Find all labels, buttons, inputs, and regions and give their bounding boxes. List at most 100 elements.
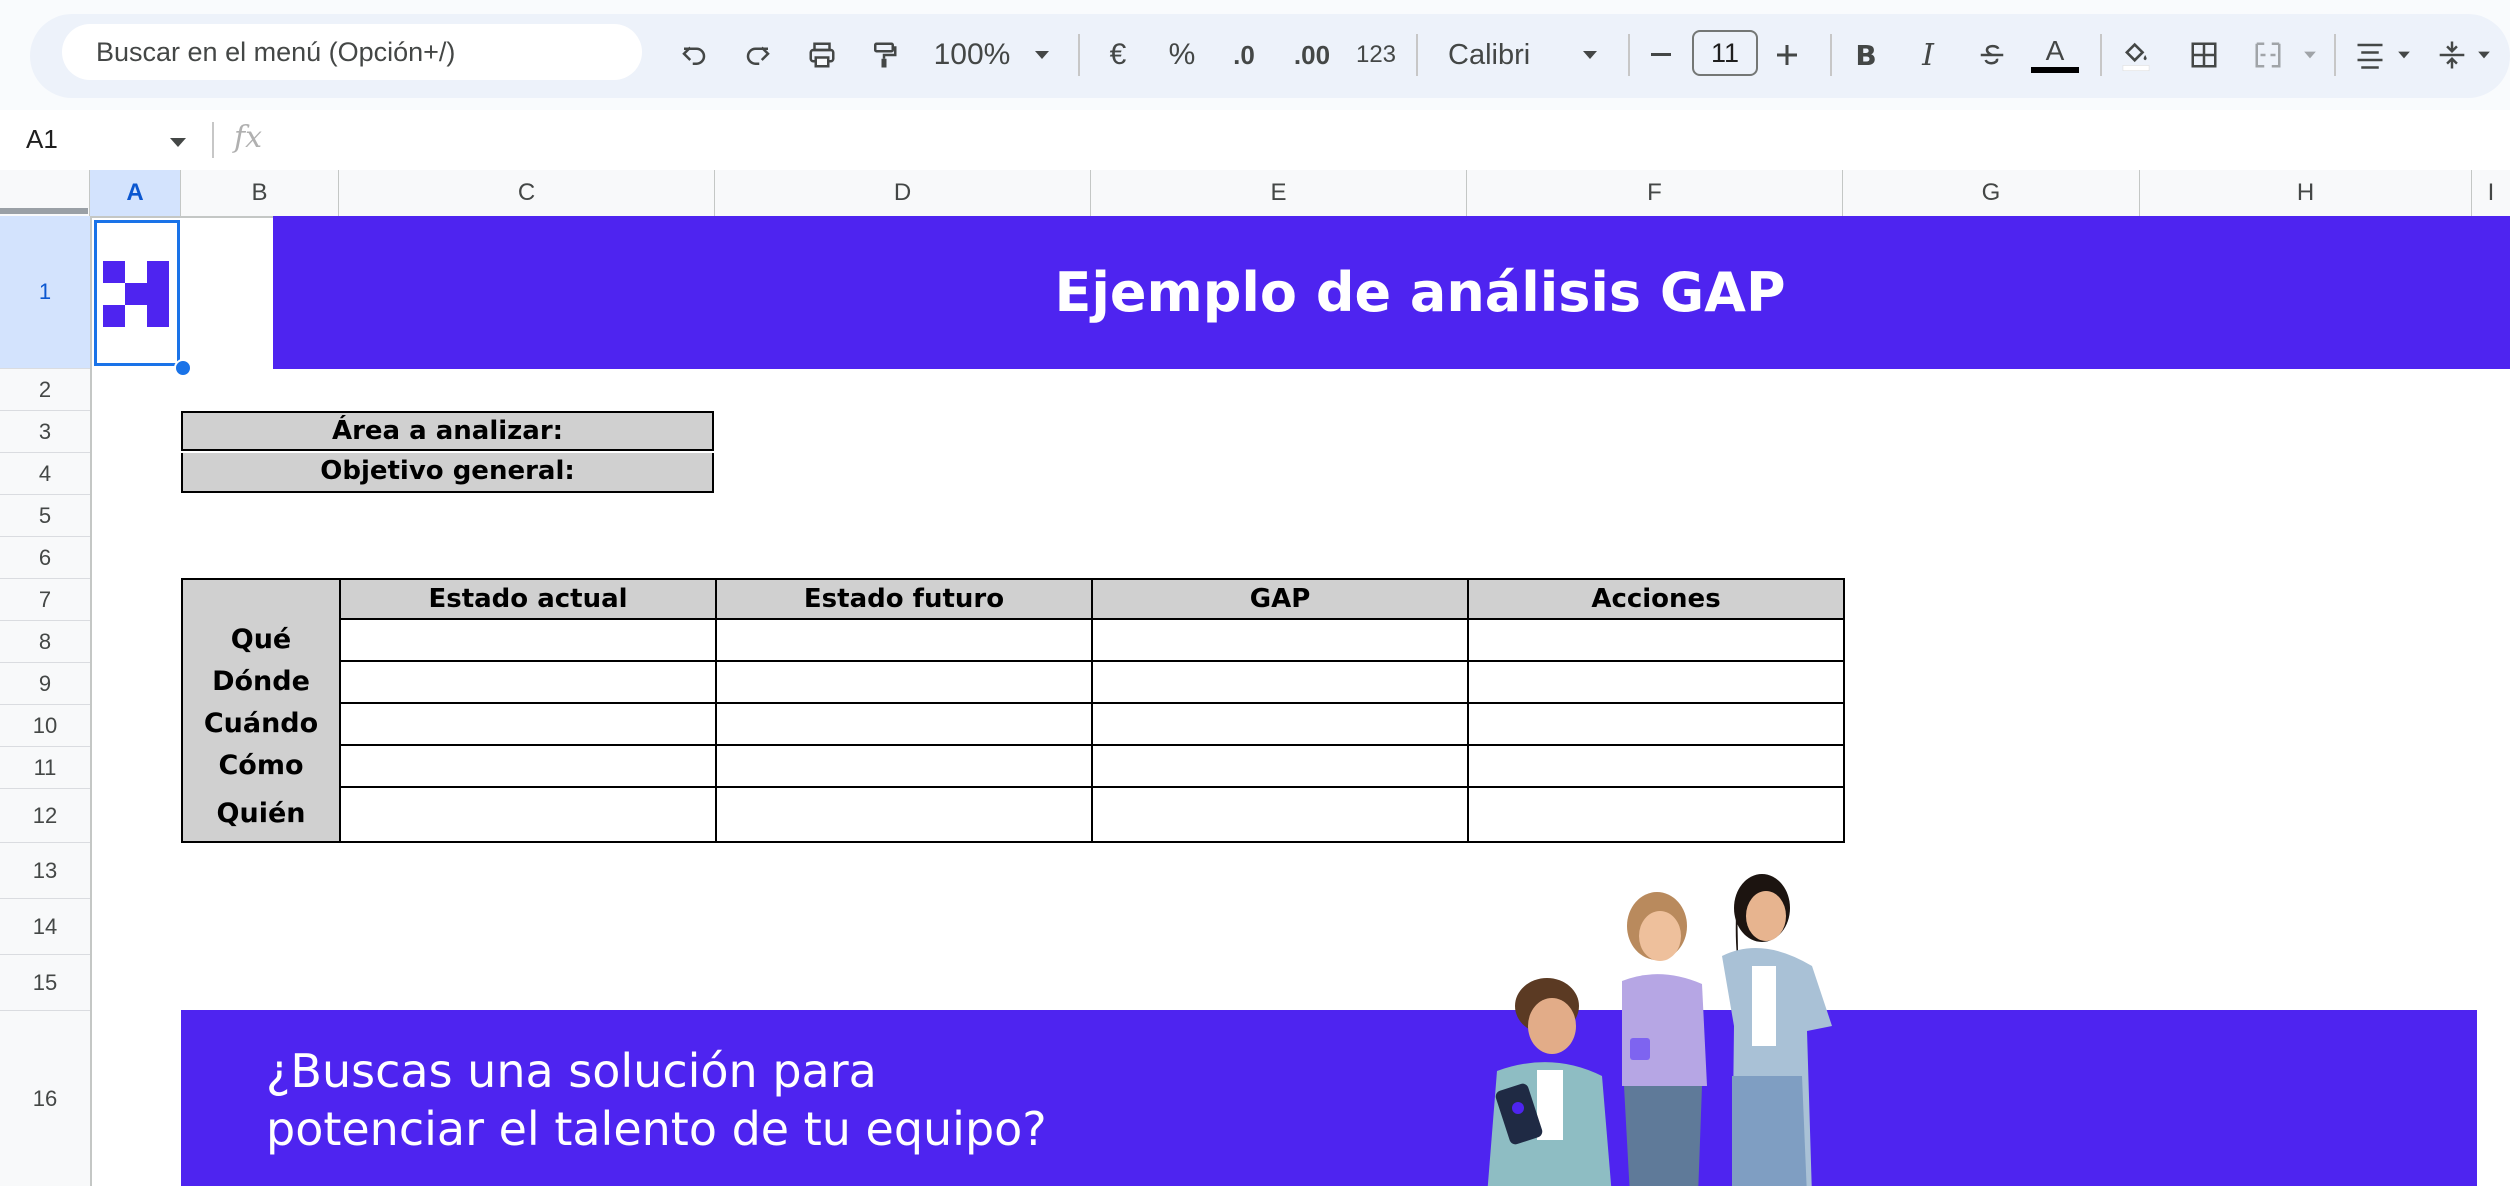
table-cell[interactable] — [715, 786, 1093, 843]
row-header-11[interactable]: 11 — [0, 747, 90, 789]
percent-format-button[interactable]: % — [1164, 30, 1200, 80]
toolbar-divider — [1078, 34, 1080, 76]
menu-search-input[interactable]: Buscar en el menú (Opción+/) — [62, 24, 642, 80]
font-dropdown-icon[interactable] — [1578, 30, 1602, 80]
number-format-button[interactable]: 123 — [1354, 30, 1398, 80]
row-header-9[interactable]: 9 — [0, 663, 90, 705]
align-dropdown-icon[interactable] — [2394, 30, 2414, 80]
brand-logo-icon — [103, 261, 169, 327]
zoom-select[interactable]: 100% — [932, 30, 1012, 80]
strikethrough-icon[interactable] — [1972, 30, 2012, 80]
table-cell[interactable] — [339, 744, 717, 788]
table-cell[interactable] — [715, 702, 1093, 746]
row-header-10[interactable]: 10 — [0, 705, 90, 747]
redo-icon[interactable] — [740, 30, 776, 80]
column-header-i[interactable]: I — [2472, 170, 2510, 216]
formula-bar: A1 fx — [0, 110, 2510, 172]
row-header-12[interactable]: 12 — [0, 789, 90, 843]
column-header-g[interactable]: G — [1843, 170, 2140, 216]
vertical-align-dropdown-icon[interactable] — [2474, 30, 2494, 80]
table-cell[interactable] — [339, 618, 717, 662]
objective-label-cell[interactable]: Objetivo general: — [181, 453, 714, 493]
column-header-b[interactable]: B — [181, 170, 339, 216]
decrease-font-size-icon[interactable] — [1646, 30, 1676, 80]
cta-banner: ¿Buscas una solución para potenciar el t… — [181, 1010, 2477, 1186]
header-acciones[interactable]: Acciones — [1467, 578, 1845, 620]
column-header-c[interactable]: C — [339, 170, 715, 216]
merge-cells-icon[interactable] — [2248, 30, 2288, 80]
row-header-13[interactable]: 13 — [0, 843, 90, 899]
increase-font-size-icon[interactable] — [1772, 30, 1802, 80]
row-header-5[interactable]: 5 — [0, 495, 90, 537]
table-cell[interactable] — [1091, 660, 1469, 704]
page-title: Ejemplo de análisis GAP — [1054, 261, 1786, 324]
toolbar-divider — [2100, 34, 2102, 76]
row-header-15[interactable]: 15 — [0, 955, 90, 1011]
currency-format-button[interactable]: € — [1100, 30, 1136, 80]
row-label-cuando: Cuándo — [203, 708, 319, 739]
row-header-6[interactable]: 6 — [0, 537, 90, 579]
table-cell[interactable] — [339, 660, 717, 704]
fill-color-icon[interactable] — [2116, 30, 2156, 80]
toolbar-divider — [1830, 34, 1832, 76]
toolbar: Buscar en el menú (Opción+/) 100% € % .0… — [0, 0, 2510, 110]
italic-icon[interactable]: I — [1908, 30, 1948, 80]
row-header-2[interactable]: 2 — [0, 369, 90, 411]
header-gap[interactable]: GAP — [1091, 578, 1469, 620]
text-color-icon[interactable]: A — [2030, 30, 2080, 80]
name-box[interactable]: A1 — [26, 124, 58, 155]
name-box-dropdown-icon[interactable] — [170, 138, 186, 147]
title-banner: Ejemplo de análisis GAP — [273, 216, 2510, 369]
font-size-input[interactable]: 11 — [1692, 30, 1758, 76]
row-header-14[interactable]: 14 — [0, 899, 90, 955]
row-header-16[interactable]: 16 — [0, 1011, 90, 1186]
area-label-cell[interactable]: Área a analizar: — [181, 411, 714, 451]
borders-icon[interactable] — [2184, 30, 2224, 80]
paint-format-icon[interactable] — [866, 30, 902, 80]
row-label-quien: Quién — [216, 798, 306, 829]
table-cell[interactable] — [1091, 702, 1469, 746]
header-estado-actual[interactable]: Estado actual — [339, 578, 717, 620]
table-cell[interactable] — [715, 744, 1093, 788]
table-cell[interactable] — [339, 702, 717, 746]
row-header-7[interactable]: 7 — [0, 579, 90, 621]
table-cell[interactable] — [1467, 786, 1845, 843]
zoom-dropdown-icon[interactable] — [1030, 30, 1054, 80]
fill-handle[interactable] — [174, 359, 192, 377]
row-header-1[interactable]: 1 — [0, 216, 90, 369]
table-cell[interactable] — [1467, 660, 1845, 704]
undo-icon[interactable] — [676, 30, 712, 80]
table-cell[interactable] — [1091, 786, 1469, 843]
row-header-3[interactable]: 3 — [0, 411, 90, 453]
table-cell[interactable] — [1091, 744, 1469, 788]
column-header-e[interactable]: E — [1091, 170, 1467, 216]
cell-a1-selected[interactable] — [94, 220, 180, 366]
decrease-decimals-button[interactable]: .0 — [1224, 30, 1264, 80]
align-icon[interactable] — [2350, 30, 2390, 80]
merge-dropdown-icon[interactable] — [2300, 30, 2320, 80]
select-all-corner[interactable] — [0, 170, 90, 216]
bold-icon[interactable]: B — [1846, 30, 1886, 80]
formula-divider — [212, 122, 214, 158]
vertical-align-icon[interactable] — [2432, 30, 2472, 80]
increase-decimals-button[interactable]: .00 — [1290, 30, 1334, 80]
print-icon[interactable] — [802, 30, 842, 80]
header-estado-futuro[interactable]: Estado futuro — [715, 578, 1093, 620]
table-cell[interactable] — [715, 618, 1093, 662]
sheet-grid[interactable]: Ejemplo de análisis GAP Área a analizar:… — [92, 216, 2510, 1186]
font-family-select[interactable]: Calibri — [1448, 30, 1578, 80]
column-header-f[interactable]: F — [1467, 170, 1843, 216]
column-headers: A B C D E F G H I — [0, 170, 2510, 218]
column-header-h[interactable]: H — [2140, 170, 2472, 216]
table-cell[interactable] — [715, 660, 1093, 704]
column-header-a[interactable]: A — [90, 170, 181, 216]
row-header-8[interactable]: 8 — [0, 621, 90, 663]
table-cell[interactable] — [1467, 702, 1845, 746]
toolbar-divider — [1628, 34, 1630, 76]
table-cell[interactable] — [339, 786, 717, 843]
table-cell[interactable] — [1091, 618, 1469, 662]
column-header-d[interactable]: D — [715, 170, 1091, 216]
row-header-4[interactable]: 4 — [0, 453, 90, 495]
table-cell[interactable] — [1467, 618, 1845, 662]
table-cell[interactable] — [1467, 744, 1845, 788]
